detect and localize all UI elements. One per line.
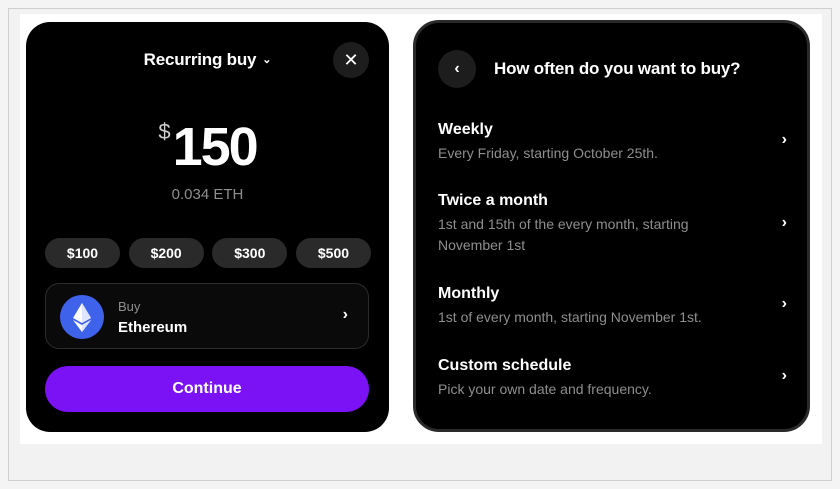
header-title: Recurring buy (143, 50, 257, 69)
option-description: 1st of every month, starting November 1s… (438, 309, 702, 325)
option-title: Weekly (438, 121, 493, 138)
asset-name: Ethereum (118, 319, 188, 336)
preset-500-button[interactable]: $500 (295, 238, 371, 268)
option-title: Custom schedule (438, 357, 572, 374)
eth-equivalent: 0.034 ETH (171, 186, 244, 203)
frequency-option-twice-a-month[interactable]: Twice a month 1st and 15th of the every … (438, 192, 793, 256)
continue-button[interactable]: Continue (45, 366, 369, 412)
close-button[interactable]: ✕ (333, 42, 369, 78)
preset-100-button[interactable]: $100 (45, 238, 120, 268)
ethereum-icon (60, 295, 104, 339)
option-description: 1st and 15th of the every month, startin… (438, 216, 689, 253)
option-description: Pick your own date and frequency. (438, 381, 652, 397)
chevron-left-icon: ‹ (454, 60, 460, 77)
preset-300-button[interactable]: $300 (212, 238, 288, 268)
frequency-option-weekly[interactable]: Weekly Every Friday, starting October 25… (438, 121, 793, 164)
chevron-right-icon: › (342, 306, 348, 323)
chevron-right-icon: › (781, 214, 787, 231)
chevron-down-icon: ⌄ (262, 54, 272, 66)
chevron-right-icon: › (781, 131, 787, 148)
amount-presets: $100 $200 $300 $500 (45, 238, 371, 268)
chevron-right-icon: › (781, 367, 787, 384)
back-button[interactable]: ‹ (438, 50, 476, 88)
frequency-card: ‹ How often do you want to buy? Weekly E… (413, 20, 810, 432)
recurring-buy-card: Recurring buy ⌄ ✕ $150 0.034 ETH $100 $20… (26, 22, 389, 432)
option-title: Twice a month (438, 192, 548, 209)
asset-selector[interactable]: Buy Ethereum › (45, 283, 369, 349)
preset-200-button[interactable]: $200 (128, 238, 204, 268)
frequency-title: How often do you want to buy? (494, 59, 741, 78)
currency-symbol: $ (158, 119, 171, 144)
amount-value: 150 (172, 117, 259, 177)
amount-display[interactable]: $150 (26, 116, 389, 178)
frequency-option-monthly[interactable]: Monthly 1st of every month, starting Nov… (438, 285, 793, 328)
frequency-option-custom-schedule[interactable]: Custom schedule Pick your own date and f… (438, 357, 793, 400)
close-icon: ✕ (343, 49, 359, 70)
option-description: Every Friday, starting October 25th. (438, 145, 658, 161)
chevron-right-icon: › (781, 295, 787, 312)
option-title: Monthly (438, 285, 500, 302)
asset-label: Buy (118, 299, 141, 314)
